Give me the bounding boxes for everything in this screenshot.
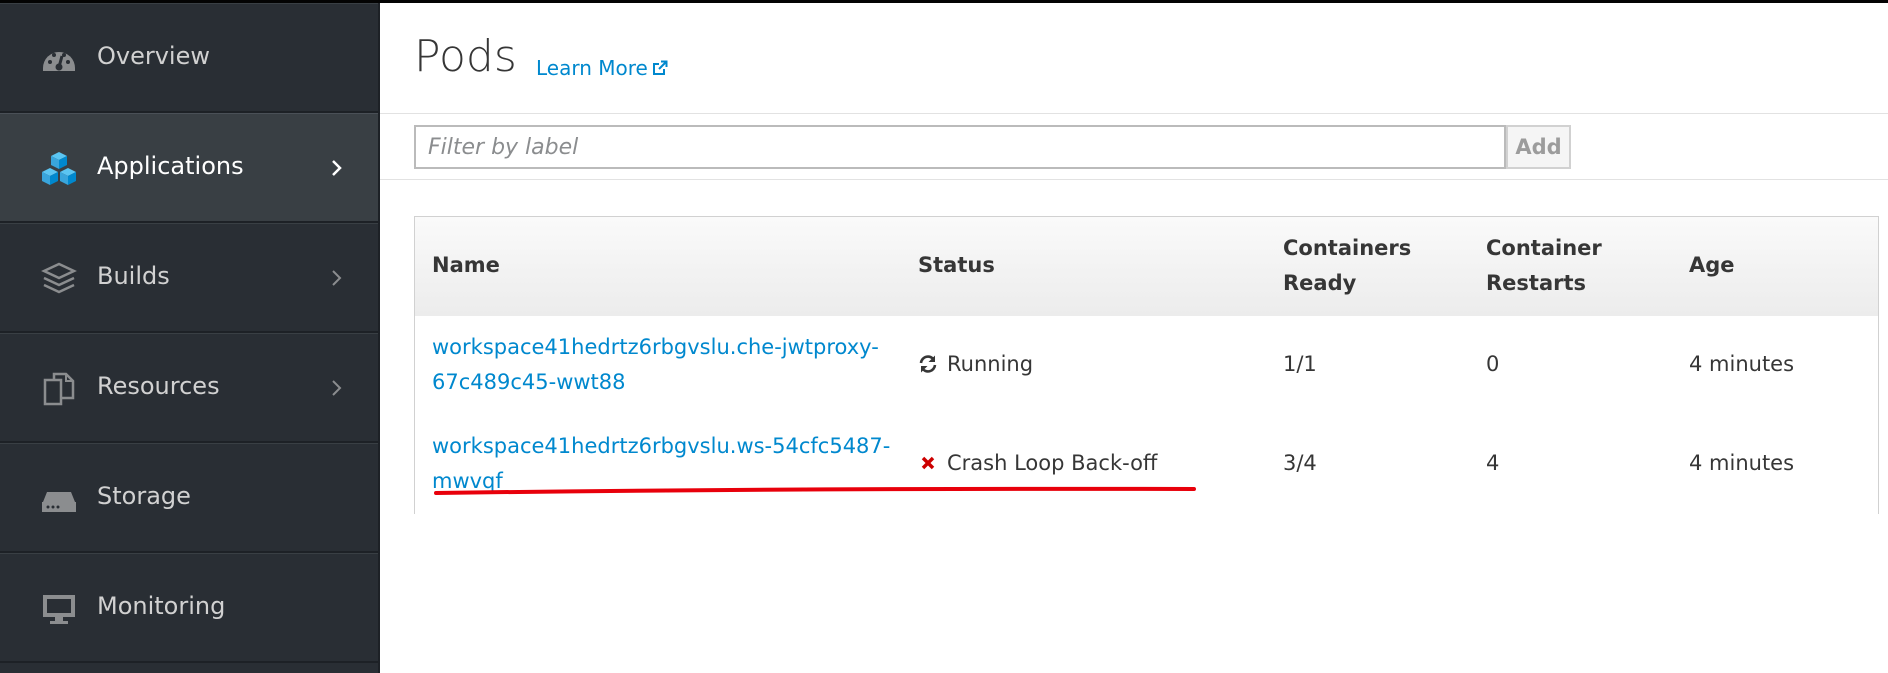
layers-icon: [41, 262, 77, 294]
learn-more-link[interactable]: Learn More: [536, 56, 668, 80]
refresh-icon: [919, 355, 937, 373]
page-title: Pods: [414, 31, 517, 82]
column-header-line: Restarts: [1486, 271, 1587, 295]
containers-ready-value: 3/4: [1283, 451, 1317, 475]
sidebar-item-label: Monitoring: [97, 592, 226, 620]
pods-table: Name Status Containers Ready Container R…: [414, 216, 1879, 514]
storage-drive-icon: [42, 492, 76, 512]
pod-status: Running: [918, 347, 1033, 382]
external-link-icon: [652, 60, 668, 75]
pod-name-line: mwvqf: [432, 469, 503, 493]
sidebar-item-label: Applications: [97, 152, 244, 180]
sidebar-item-label: Resources: [97, 372, 220, 400]
sidebar: Overview Applications Builds Resources S…: [0, 3, 380, 673]
column-header-name[interactable]: Name: [432, 248, 500, 283]
sidebar-item-resources[interactable]: Resources: [0, 333, 378, 443]
containers-ready-value: 1/1: [1283, 352, 1317, 376]
table-header: Name Status Containers Ready Container R…: [415, 217, 1878, 317]
pod-status-label: Crash Loop Back-off: [947, 451, 1158, 475]
container-restarts-value: 4: [1486, 451, 1500, 475]
chevron-right-icon: [332, 380, 342, 396]
column-header-age[interactable]: Age: [1689, 248, 1735, 283]
main-content: Pods Learn More Add Name Status Containe…: [380, 3, 1888, 673]
sidebar-item-overview[interactable]: Overview: [0, 3, 378, 113]
column-header-line: Containers: [1283, 236, 1412, 260]
column-header-status[interactable]: Status: [918, 248, 995, 283]
learn-more-label: Learn More: [536, 56, 648, 80]
cubes-icon: [42, 152, 76, 185]
sidebar-item-storage[interactable]: Storage: [0, 443, 378, 553]
resources-icon: [43, 372, 75, 406]
column-header-line: Container: [1486, 236, 1602, 260]
table-row: workspace41hedrtz6rbgvslu.che-jwtproxy- …: [415, 316, 1878, 416]
pod-name-line: workspace41hedrtz6rbgvslu.che-jwtproxy-: [432, 335, 879, 359]
filter-by-label-input[interactable]: [414, 125, 1506, 169]
column-header-line: Ready: [1283, 271, 1357, 295]
pod-name-link[interactable]: workspace41hedrtz6rbgvslu.che-jwtproxy- …: [432, 330, 879, 400]
container-restarts-value: 0: [1486, 352, 1500, 376]
pod-name-line: workspace41hedrtz6rbgvslu.ws-54cfc5487-: [432, 434, 891, 458]
error-x-icon: [921, 456, 935, 470]
dashboard-gauge-icon: [43, 52, 75, 71]
chevron-right-icon: [332, 270, 342, 286]
pod-status: Crash Loop Back-off: [918, 446, 1157, 481]
header-divider: [380, 113, 1888, 114]
toolbar-divider: [380, 179, 1888, 180]
table-row: workspace41hedrtz6rbgvslu.ws-54cfc5487- …: [415, 415, 1878, 514]
chevron-right-icon: [332, 160, 342, 176]
sidebar-item-applications[interactable]: Applications: [0, 113, 378, 223]
column-header-container-restarts[interactable]: Container Restarts: [1486, 231, 1602, 301]
sidebar-item-label: Builds: [97, 262, 170, 290]
age-value: 4 minutes: [1689, 352, 1795, 376]
sidebar-item-builds[interactable]: Builds: [0, 223, 378, 333]
pod-name-line: 67c489c45-wwt88: [432, 370, 626, 394]
sidebar-item-label: Storage: [97, 482, 191, 510]
pod-name-link[interactable]: workspace41hedrtz6rbgvslu.ws-54cfc5487- …: [432, 429, 890, 499]
monitor-icon: [43, 595, 75, 624]
sidebar-item-label: Overview: [97, 42, 210, 70]
column-header-containers-ready[interactable]: Containers Ready: [1283, 231, 1411, 301]
pod-status-label: Running: [947, 352, 1034, 376]
add-filter-button[interactable]: Add: [1506, 125, 1571, 169]
sidebar-item-monitoring[interactable]: Monitoring: [0, 553, 378, 663]
age-value: 4 minutes: [1689, 451, 1795, 475]
